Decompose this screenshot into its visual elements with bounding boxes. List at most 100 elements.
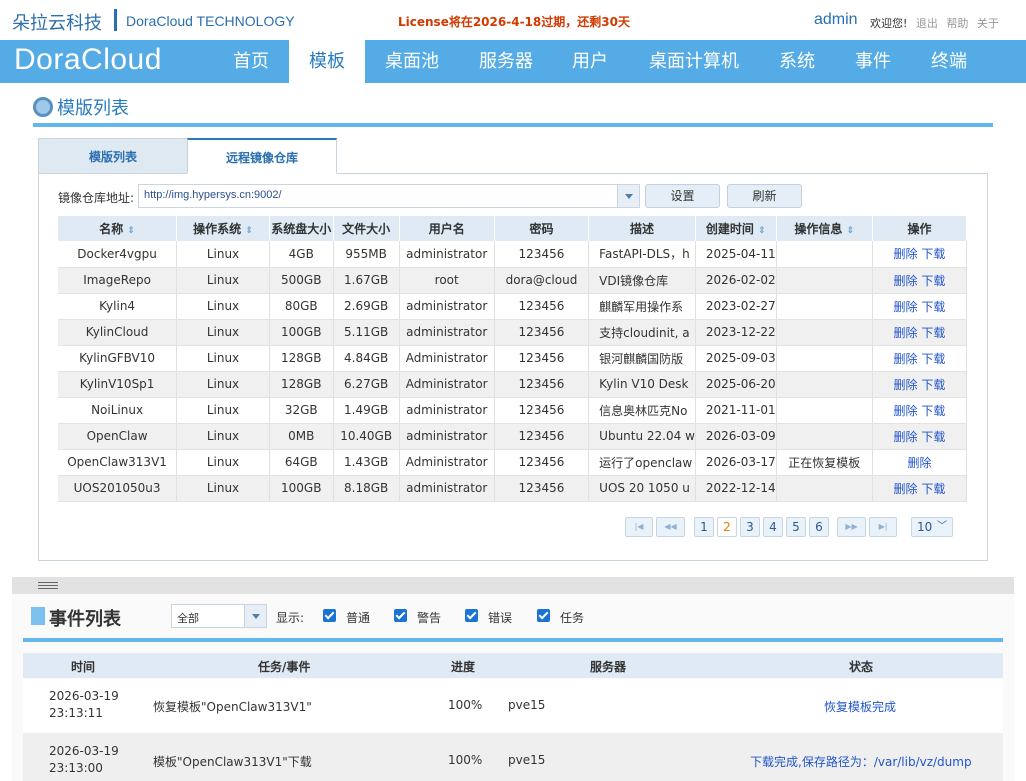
table-row[interactable]: KylinV10Sp1 Linux 128GB 6.27GB Administrator…: [58, 371, 968, 398]
sort-icon: ⇕: [245, 226, 253, 236]
delete-link[interactable]: 删除: [894, 404, 918, 418]
page-5[interactable]: 5: [786, 517, 806, 537]
panel-splitter[interactable]: [12, 577, 1014, 594]
next-page-button[interactable]: ▶▶: [837, 517, 866, 537]
last-page-button[interactable]: ▶|: [869, 517, 897, 537]
nav-events[interactable]: 事件: [843, 40, 903, 83]
top-bar: 朵拉云科技 DoraCloud TECHNOLOGY License将在2026…: [0, 0, 1026, 40]
nav-users[interactable]: 用户: [560, 40, 620, 83]
repo-url-label: 镜像仓库地址:: [58, 191, 135, 205]
download-link[interactable]: 下载: [921, 247, 945, 261]
cell-user: Administrator: [399, 345, 495, 372]
col-name[interactable]: 名称 ⇕: [58, 216, 178, 241]
page-3[interactable]: 3: [740, 517, 760, 537]
col-os[interactable]: 操作系统 ⇕: [176, 216, 270, 241]
cell-desc: 信息奥林匹克No: [588, 397, 696, 424]
delete-link[interactable]: 删除: [894, 352, 918, 366]
checkbox-error-label: 错误: [488, 611, 513, 625]
table-row[interactable]: KylinCloud Linux 100GB 5.11GB administrator 1…: [58, 319, 968, 346]
delete-link[interactable]: 删除: [894, 247, 918, 261]
cell-size: 1.43GB: [333, 449, 400, 476]
delete-link[interactable]: 删除: [894, 378, 918, 392]
first-page-button[interactable]: |◀: [625, 517, 653, 537]
download-link[interactable]: 下载: [921, 430, 945, 444]
cell-desc: Kylin V10 Desk: [588, 371, 696, 398]
checkbox-task[interactable]: [537, 609, 550, 622]
set-button[interactable]: 设置: [645, 184, 720, 208]
table-row[interactable]: UOS201050u3 Linux 100GB 8.18GB administrator…: [58, 475, 968, 502]
cell-created: 2023-02-27: [695, 293, 777, 320]
help-link[interactable]: 帮助: [946, 17, 968, 30]
nav-servers[interactable]: 服务器: [466, 40, 546, 83]
page-6[interactable]: 6: [809, 517, 829, 537]
chevron-down-icon[interactable]: [244, 605, 266, 627]
cell-name: NoiLinux: [58, 397, 178, 424]
col-info[interactable]: 操作信息 ⇕: [776, 216, 873, 241]
download-link[interactable]: 下载: [921, 378, 945, 392]
event-status[interactable]: 恢复模板完成: [824, 698, 896, 715]
cell-created: 2025-04-11: [695, 241, 777, 268]
cell-os: Linux: [176, 423, 270, 450]
col-disk[interactable]: 系统盘大小: [269, 216, 334, 241]
checkbox-normal[interactable]: [323, 609, 336, 622]
cell-actions: 删除 下载: [872, 423, 968, 450]
table-row[interactable]: Kylin4 Linux 80GB 2.69GB administrator 123456…: [58, 293, 968, 320]
nav-home[interactable]: 首页: [216, 40, 286, 83]
table-row[interactable]: NoiLinux Linux 32GB 1.49GB administrator 1234…: [58, 397, 968, 424]
checkbox-warning-label: 警告: [417, 611, 442, 625]
tab-template-list[interactable]: 模版列表: [38, 138, 188, 174]
delete-link[interactable]: 删除: [894, 300, 918, 314]
table-row[interactable]: OpenClaw Linux 0MB 10.40GB administrator 1234…: [58, 423, 968, 450]
table-row[interactable]: Docker4vgpu Linux 4GB 955MB administrator 123…: [58, 241, 968, 268]
download-link[interactable]: 下载: [921, 274, 945, 288]
nav-desktop-computers[interactable]: 桌面计算机: [640, 40, 748, 83]
events-col-progress: 进度: [451, 660, 476, 674]
download-link[interactable]: 下载: [921, 482, 945, 496]
grip-icon[interactable]: [38, 582, 58, 589]
refresh-button[interactable]: 刷新: [727, 184, 802, 208]
event-status[interactable]: 下载完成,保存路径为：/var/lib/vz/dump: [750, 753, 972, 770]
col-size[interactable]: 文件大小: [333, 216, 400, 241]
delete-link[interactable]: 删除: [894, 274, 918, 288]
checkbox-error[interactable]: [465, 609, 478, 622]
delete-link[interactable]: 删除: [907, 456, 931, 470]
logo: DoraCloud: [14, 43, 162, 76]
nav-system[interactable]: 系统: [766, 40, 828, 83]
about-link[interactable]: 关于: [977, 17, 999, 30]
page-4[interactable]: 4: [763, 517, 783, 537]
event-filter-select[interactable]: 全部: [171, 604, 267, 628]
event-progress: 100%: [448, 698, 483, 712]
download-link[interactable]: 下载: [921, 326, 945, 340]
page-size-select[interactable]: 10 ﹀: [911, 517, 953, 537]
prev-page-button[interactable]: ◀◀: [656, 517, 685, 537]
tab-remote-repo[interactable]: 远程镜像仓库: [187, 138, 337, 174]
download-link[interactable]: 下载: [921, 300, 945, 314]
cell-actions: 删除 下载: [872, 397, 968, 424]
delete-link[interactable]: 删除: [894, 326, 918, 340]
download-link[interactable]: 下载: [921, 352, 945, 366]
delete-link[interactable]: 删除: [894, 430, 918, 444]
nav-desktop-pool[interactable]: 桌面池: [373, 40, 451, 83]
page-1[interactable]: 1: [694, 517, 714, 537]
checkbox-warning[interactable]: [394, 609, 407, 622]
nav-terminals[interactable]: 终端: [918, 40, 980, 83]
cell-created: 2025-09-03: [695, 345, 777, 372]
templates-title: 模版列表: [33, 94, 129, 120]
logout-link[interactable]: 退出: [916, 17, 938, 30]
username[interactable]: admin: [814, 11, 858, 29]
download-link[interactable]: 下载: [921, 404, 945, 418]
top-links: 欢迎您! 退出 帮助 关于: [870, 15, 1004, 31]
cell-desc: Ubuntu 22.04 w: [588, 423, 696, 450]
table-row[interactable]: KylinGFBV10 Linux 128GB 4.84GB Administrator…: [58, 345, 968, 372]
table-row[interactable]: OpenClaw313V1 Linux 64GB 1.43GB Administrato…: [58, 449, 968, 476]
chevron-down-icon[interactable]: [617, 185, 639, 207]
nav-templates[interactable]: 模板: [289, 40, 365, 83]
cell-size: 2.69GB: [333, 293, 400, 320]
repo-url-combobox[interactable]: http://img.hypersys.cn:9002/: [138, 184, 640, 208]
table-row[interactable]: ImageRepo Linux 500GB 1.67GB root dora@cloud V…: [58, 267, 968, 294]
delete-link[interactable]: 删除: [894, 482, 918, 496]
col-created[interactable]: 创建时间 ⇕: [695, 216, 777, 241]
page-2[interactable]: 2: [717, 517, 737, 537]
event-server: pve15: [508, 753, 546, 767]
cell-info: [776, 475, 873, 502]
